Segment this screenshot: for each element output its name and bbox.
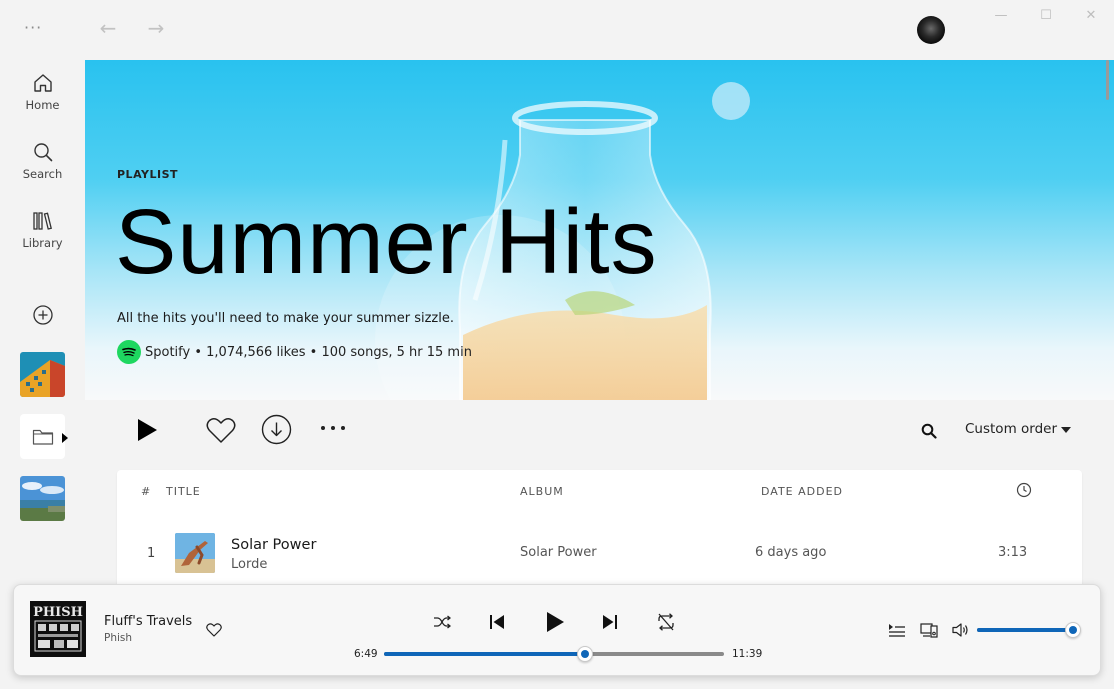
album-art-text: PHISH [33, 605, 83, 620]
clock-icon [1016, 482, 1032, 502]
sidebar-playlist-thumb[interactable] [20, 476, 65, 521]
heart-icon [206, 417, 236, 443]
sort-dropdown[interactable]: Custom order [965, 421, 1057, 437]
progress-bar[interactable] [384, 652, 724, 656]
playlist-owner-link[interactable]: Spotify [145, 345, 190, 360]
sidebar-item-home[interactable]: Home [0, 72, 85, 112]
sidebar-item-label: Library [22, 236, 63, 250]
maximize-icon[interactable]: ☐ [1036, 6, 1056, 26]
playlist-meta: Spotify • 1,074,566 likes • 100 songs, 5… [117, 340, 472, 364]
scrollbar[interactable] [1106, 60, 1109, 100]
skip-back-icon [490, 615, 504, 629]
playlist-cover-image [20, 476, 65, 521]
volume-icon [952, 623, 968, 637]
connect-device-button[interactable] [919, 621, 939, 639]
heart-icon [206, 623, 222, 637]
next-track-button[interactable] [600, 612, 620, 632]
shuffle-icon [434, 615, 451, 629]
volume-fill [977, 628, 1073, 632]
download-icon [261, 414, 292, 445]
more-options-button[interactable] [317, 418, 349, 438]
track-table [117, 470, 1082, 590]
playlist-type-label: PLAYLIST [117, 168, 179, 181]
previous-track-button[interactable] [487, 612, 507, 632]
column-header-title[interactable]: TITLE [166, 485, 201, 498]
now-playing-artist[interactable]: Phish [104, 632, 132, 644]
track-album[interactable]: Solar Power [520, 545, 597, 560]
spotify-logo-icon [117, 340, 141, 364]
user-avatar[interactable] [917, 16, 945, 44]
playlist-description: All the hits you'll need to make your su… [117, 311, 454, 326]
forward-arrow-icon[interactable]: → [144, 16, 168, 40]
shuffle-button[interactable] [432, 612, 452, 632]
play-button[interactable] [131, 414, 163, 446]
like-track-button[interactable] [205, 621, 223, 639]
devices-icon [920, 623, 938, 638]
sidebar-item-label: Home [25, 98, 60, 112]
track-date-added: 6 days ago [755, 545, 827, 560]
progress-fill [384, 652, 585, 656]
folder-expand-icon[interactable] [62, 433, 68, 443]
track-artist[interactable]: Lorde [231, 557, 267, 572]
progress-handle[interactable] [576, 646, 593, 662]
sidebar-item-label: Search [22, 167, 63, 181]
volume-handle[interactable] [1065, 622, 1081, 638]
play-icon [138, 419, 157, 441]
home-icon [33, 74, 52, 92]
column-header-album[interactable]: ALBUM [520, 485, 564, 498]
close-icon[interactable]: ✕ [1081, 6, 1101, 26]
chevron-down-icon[interactable] [1061, 427, 1071, 433]
track-duration: 3:13 [998, 545, 1028, 560]
library-icon [32, 212, 52, 230]
playlist-cover-image [20, 352, 65, 397]
play-pause-button[interactable] [542, 609, 568, 635]
volume-slider[interactable] [977, 628, 1073, 632]
queue-icon [889, 624, 905, 637]
repeat-button[interactable] [655, 612, 677, 632]
sidebar-playlist-thumb[interactable] [20, 352, 65, 397]
track-title[interactable]: Solar Power [231, 537, 316, 553]
now-playing-title[interactable]: Fluff's Travels [104, 614, 192, 629]
title-bar: ··· ← → — ☐ ✕ [0, 0, 1114, 60]
column-header-index: # [141, 485, 152, 498]
repeat-off-icon [658, 613, 674, 631]
elapsed-time: 6:49 [354, 648, 378, 660]
volume-button[interactable] [951, 621, 971, 639]
like-button[interactable] [205, 414, 237, 446]
more-icon [321, 426, 345, 430]
sidebar-item-library[interactable]: Library [0, 210, 85, 250]
folder-icon [32, 429, 53, 445]
track-index: 1 [147, 546, 156, 561]
sidebar-folder[interactable] [20, 414, 65, 459]
search-in-playlist-button[interactable] [919, 421, 939, 441]
skip-forward-icon [603, 615, 617, 629]
column-header-date-added[interactable]: DATE ADDED [761, 485, 843, 498]
minimize-icon[interactable]: — [991, 6, 1011, 26]
plus-circle-icon [32, 305, 53, 325]
track-album-art [175, 533, 215, 573]
now-playing-album-art[interactable]: PHISH [30, 601, 86, 657]
search-icon [33, 143, 52, 162]
play-icon [547, 612, 564, 632]
queue-button[interactable] [887, 621, 907, 639]
search-icon [921, 423, 937, 439]
decorative-bubble [712, 82, 750, 120]
back-arrow-icon[interactable]: ← [96, 16, 120, 40]
page-title: Summer Hits [115, 191, 658, 293]
playlist-stats: • 1,074,566 likes • 100 songs, 5 hr 15 m… [190, 344, 472, 360]
download-button[interactable] [260, 413, 293, 446]
create-playlist-button[interactable] [0, 304, 85, 326]
app-menu-icon[interactable]: ··· [24, 18, 42, 37]
sidebar-item-search[interactable]: Search [0, 141, 85, 181]
total-time: 11:39 [732, 648, 763, 660]
